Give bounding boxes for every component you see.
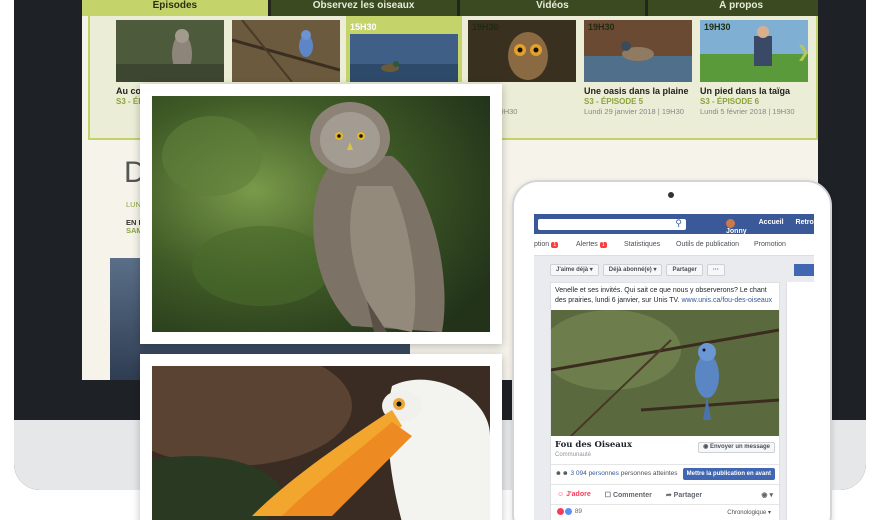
episode-card-featured[interactable]: 15H30 xyxy=(346,16,462,82)
people-icon: ☻☻ xyxy=(555,470,571,477)
boost-post-button[interactable]: Mettre la publication en avant xyxy=(682,468,775,480)
tab-publishing-tools[interactable]: Outils de publication xyxy=(676,241,739,248)
post-reach: ☻☻ 3 094 personnes personnes atteintes M… xyxy=(551,464,779,484)
episode-date: Lundi 29 janvier 2018 | 19H30 xyxy=(584,107,684,116)
tab-label: Alertes xyxy=(576,241,598,248)
like-icon xyxy=(565,508,572,515)
pelican-photo-card xyxy=(102,346,502,520)
cta-button[interactable] xyxy=(794,264,814,276)
tab-statistics[interactable]: Statistiques xyxy=(624,241,660,248)
episode-time: 19H30 xyxy=(588,22,615,32)
share-label: Partager xyxy=(673,491,703,499)
reaction-count[interactable]: 89 xyxy=(575,508,582,515)
comment-label: Commenter xyxy=(612,491,652,499)
episode-card[interactable] xyxy=(232,20,340,82)
tab-a-propos[interactable]: À propos xyxy=(648,0,818,16)
tab-episodes[interactable]: Épisodes xyxy=(82,0,268,16)
episode-thumbnail xyxy=(350,34,458,82)
post-text: Venelle et ses invités. Qui sait ce que … xyxy=(551,283,779,306)
tablet-device: ⚲ Jonny Accueil Retrouv ption1 Alertes1 … xyxy=(512,180,832,520)
facebook-post: Venelle et ses invités. Qui sait ce que … xyxy=(550,282,780,520)
facebook-top-bar: ⚲ Jonny Accueil Retrouv xyxy=(534,214,814,235)
user-profile-link[interactable]: Jonny xyxy=(726,219,747,235)
like-page-button[interactable]: J'aime déjà ▾ xyxy=(550,264,599,276)
episode-card[interactable]: 19H30 Une oasis dans la plaine S3 - ÉPIS… xyxy=(584,20,692,116)
tab-alerts[interactable]: Alertes 1 xyxy=(576,241,607,248)
episode-thumbnail xyxy=(232,20,340,82)
messenger-icon: ◉ xyxy=(703,444,710,450)
episode-title: Un pied dans la taïga xyxy=(700,86,791,96)
post-actions: ☺ J'adore ☐ Commenter ➦ Partager ◉ ▾ xyxy=(551,484,779,504)
great-grey-owl-photo xyxy=(152,96,490,332)
send-message-button[interactable]: ◉ Envoyer un message xyxy=(698,442,775,453)
episode-thumbnail: 19H30 xyxy=(700,20,808,82)
share-page-button[interactable]: Partager xyxy=(666,264,703,276)
stage: Épisodes Observez les oiseaux Vidéos À p… xyxy=(0,0,880,520)
pelican-photo xyxy=(102,346,490,520)
post-image[interactable] xyxy=(551,310,779,436)
episode-card[interactable]: 19H30 Un pied dans la taïga S3 - ÉPISODE… xyxy=(700,20,808,116)
follow-button[interactable]: Déjà abonné(e) ▾ xyxy=(602,264,663,276)
avatar xyxy=(726,219,735,228)
episode-number: S3 - ÉPISODE 6 xyxy=(700,97,760,106)
episode-thumbnail: 19H30 xyxy=(468,20,576,82)
share-button[interactable]: ➦ Partager xyxy=(666,491,702,499)
love-label: J'adore xyxy=(566,491,591,498)
home-link[interactable]: Accueil xyxy=(759,219,784,235)
episode-thumbnail: 19H30 xyxy=(584,20,692,82)
love-reaction-button[interactable]: ☺ J'adore xyxy=(557,491,591,498)
site-nav: Épisodes Observez les oiseaux Vidéos À p… xyxy=(82,0,818,16)
episode-time: 15H30 xyxy=(350,22,377,32)
reactions-summary: 89 Chronologique ▾ xyxy=(551,504,779,520)
love-icon xyxy=(557,508,564,515)
post-page-info: Fou des Oiseaux Communauté ◉ Envoyer un … xyxy=(551,436,779,464)
top-bar-user-nav: Jonny Accueil Retrouv xyxy=(726,219,814,235)
search-input[interactable]: ⚲ xyxy=(538,218,686,230)
page-action-buttons: J'aime déjà ▾ Déjà abonné(e) ▾ Partager … xyxy=(550,264,725,276)
tab-videos[interactable]: Vidéos xyxy=(459,0,646,16)
episode-thumbnail xyxy=(116,20,224,82)
episode-title: Une oasis dans la plaine xyxy=(584,86,689,96)
search-icon[interactable]: ⚲ xyxy=(675,218,682,229)
right-sidebar xyxy=(786,282,814,520)
page-admin-tabs: ption 1 Alertes 1 Statistiques Outils de p… xyxy=(534,234,814,256)
episode-time: 19H30 xyxy=(704,22,731,32)
tab-promotion[interactable]: Promotion xyxy=(754,241,786,248)
tablet-camera xyxy=(668,192,674,198)
audience-selector[interactable]: ◉ ▾ xyxy=(761,491,773,499)
heart-icon: ☺ xyxy=(557,491,567,498)
sort-order-dropdown[interactable]: Chronologique ▾ xyxy=(727,509,771,516)
tablet-screen: ⚲ Jonny Accueil Retrouv ption1 Alertes1 … xyxy=(534,214,814,520)
post-link[interactable]: www.unis.ca/fou-des-oiseaux xyxy=(681,297,772,304)
tab-messages[interactable]: ption 1 xyxy=(534,241,559,248)
reach-count[interactable]: 3 094 personnes xyxy=(571,470,619,477)
find-friends-link[interactable]: Retrouv xyxy=(796,219,814,235)
owl-photo-card xyxy=(140,84,502,344)
comment-icon: ☐ xyxy=(604,491,613,499)
notification-badge: 1 xyxy=(599,242,607,248)
episode-number: S3 - ÉPISODE 5 xyxy=(584,97,644,106)
reach-label: personnes atteintes xyxy=(620,470,678,477)
more-options-button[interactable]: ··· xyxy=(706,264,725,276)
share-icon: ➦ xyxy=(665,491,674,499)
comment-button[interactable]: ☐ Commenter xyxy=(605,491,652,499)
bluebird-photo xyxy=(551,310,779,436)
tab-label: ption xyxy=(534,241,550,248)
episode-date: Lundi 5 février 2018 | 19H30 xyxy=(700,107,795,116)
send-message-label: Envoyer un message xyxy=(709,444,770,450)
tab-observez-les-oiseaux[interactable]: Observez les oiseaux xyxy=(270,0,457,16)
notification-badge: 1 xyxy=(551,242,559,248)
chevron-right-icon[interactable]: ❯ xyxy=(797,42,810,62)
episode-time: 19H30 xyxy=(472,22,499,32)
